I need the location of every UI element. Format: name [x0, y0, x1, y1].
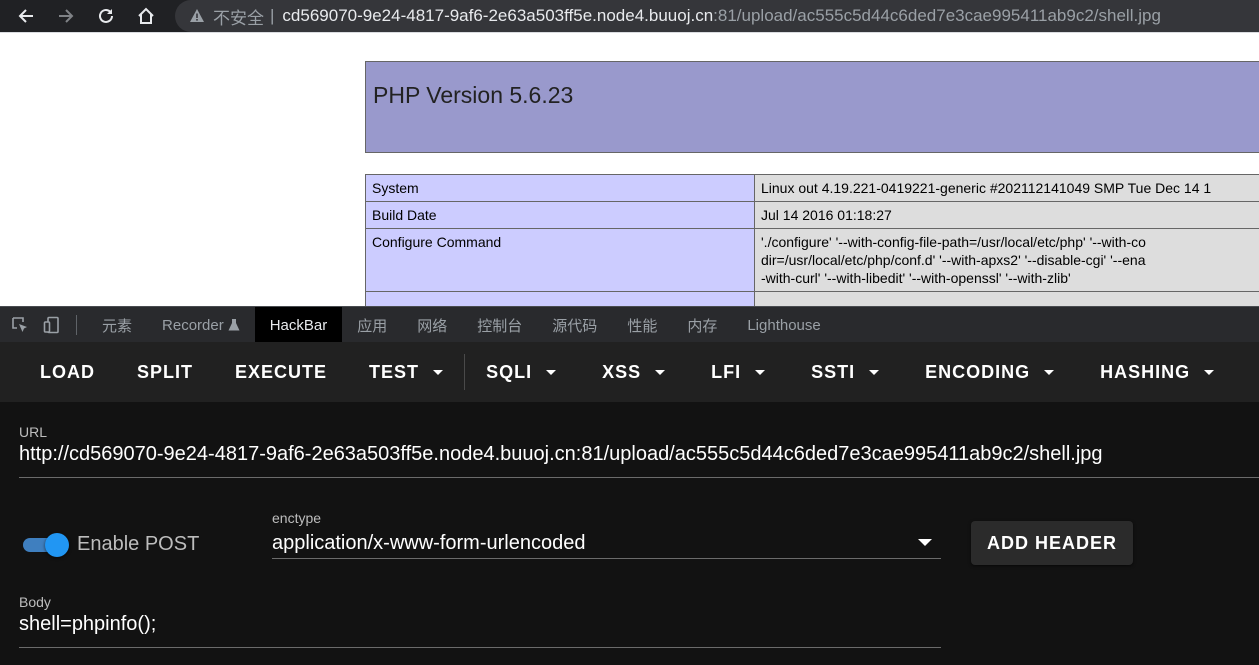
url-input[interactable]: http://cd569070-9e24-4817-9af6-2e63a503f…: [19, 443, 1103, 466]
toggle-knob: [45, 533, 69, 557]
tab-hackbar[interactable]: HackBar: [254, 307, 343, 343]
url-input-underline: [19, 477, 1259, 478]
devtools-tab-bar: 元素 Recorder HackBar 应用 网络 控制台 源代码 性能 内存 …: [0, 306, 1259, 343]
caret-down-icon[interactable]: [918, 539, 932, 546]
php-version-title: PHP Version 5.6.23: [373, 82, 574, 108]
php-version-header: PHP Version 5.6.23: [365, 61, 1259, 153]
tab-console[interactable]: 控制台: [462, 307, 537, 343]
table-value: './configure' '--with-config-file-path=/…: [754, 228, 1259, 292]
address-separator: |: [270, 6, 275, 25]
tab-recorder-label: Recorder: [162, 316, 224, 334]
tab-performance[interactable]: 性能: [612, 307, 672, 343]
enctype-label: enctype: [272, 510, 322, 526]
load-button[interactable]: LOAD: [0, 342, 116, 402]
table-value: Linux out 4.19.221-0419221-generic #2021…: [754, 174, 1259, 202]
tab-recorder[interactable]: Recorder: [147, 307, 255, 343]
encoding-label: ENCODING: [925, 361, 1031, 382]
body-label: Body: [19, 594, 51, 610]
xss-label: XSS: [602, 361, 642, 382]
home-button[interactable]: [130, 0, 162, 32]
table-row: System Linux out 4.19.221-0419221-generi…: [365, 174, 1259, 202]
flask-icon: [228, 319, 240, 331]
test-label: TEST: [369, 361, 420, 382]
caret-down-icon: [1044, 369, 1055, 375]
devtools-divider: [76, 315, 77, 335]
address-bar[interactable]: 不安全 | cd569070-9e24-4817-9af6-2e63a503ff…: [175, 0, 1259, 32]
add-header-label: ADD HEADER: [986, 532, 1117, 553]
caret-down-icon: [546, 369, 557, 375]
reload-icon: [99, 8, 113, 23]
load-label: LOAD: [40, 361, 95, 382]
execute-button[interactable]: EXECUTE: [214, 342, 348, 402]
device-toolbar-icon[interactable]: [40, 313, 64, 337]
tab-memory[interactable]: 内存: [672, 307, 732, 343]
xss-menu-button[interactable]: XSS: [577, 342, 686, 402]
tab-elements[interactable]: 元素: [87, 307, 147, 343]
warning-icon: [189, 8, 205, 24]
tab-application[interactable]: 应用: [342, 307, 402, 343]
table-key: System: [365, 174, 755, 202]
inspect-element-icon[interactable]: [8, 313, 32, 337]
hashing-menu-button[interactable]: HASHING: [1075, 342, 1235, 402]
browser-toolbar: 不安全 | cd569070-9e24-4817-9af6-2e63a503ff…: [0, 0, 1259, 32]
toolbar-divider: [0, 32, 1259, 41]
arrow-left-icon: [18, 9, 33, 23]
arrow-right-icon: [59, 9, 74, 23]
table-row: Configure Command './configure' '--with-…: [365, 228, 1259, 292]
sqli-menu-button[interactable]: SQLI: [465, 342, 577, 402]
tab-lighthouse[interactable]: Lighthouse: [732, 307, 835, 343]
encoding-menu-button[interactable]: ENCODING: [900, 342, 1075, 402]
hashing-label: HASHING: [1100, 361, 1191, 382]
caret-down-icon: [655, 369, 666, 375]
enable-post-label[interactable]: Enable POST: [77, 533, 199, 556]
split-button[interactable]: SPLIT: [116, 342, 214, 402]
hackbar-panel: URL http://cd569070-9e24-4817-9af6-2e63a…: [0, 402, 1259, 665]
url-label: URL: [19, 424, 48, 440]
insecure-label[interactable]: 不安全: [213, 4, 264, 29]
split-label: SPLIT: [137, 361, 194, 382]
caret-down-icon: [1204, 369, 1215, 375]
tab-sources[interactable]: 源代码: [537, 307, 612, 343]
ssti-menu-button[interactable]: SSTI: [786, 342, 900, 402]
table-key: Build Date: [365, 201, 755, 229]
execute-label: EXECUTE: [235, 361, 328, 382]
url-path: :81/upload/ac555c5d44c6ded7e3cae995411ab…: [713, 6, 1161, 25]
url-host: cd569070-9e24-4817-9af6-2e63a503ff5e.nod…: [282, 6, 714, 25]
sqli-label: SQLI: [486, 361, 533, 382]
hackbar-toolbar: LOAD SPLIT EXECUTE TEST SQLI XSS LFI SST…: [0, 342, 1259, 402]
table-value-line: './configure' '--with-config-file-path=/…: [761, 234, 1146, 250]
reload-button[interactable]: [90, 0, 122, 32]
table-value-line: dir=/usr/local/etc/php/conf.d' '--with-a…: [761, 252, 1146, 268]
body-input[interactable]: shell=phpinfo();: [19, 613, 156, 636]
caret-down-icon: [755, 369, 766, 375]
lfi-menu-button[interactable]: LFI: [686, 342, 786, 402]
table-value-line: -with-curl' '--with-libedit' '--with-ope…: [761, 270, 1071, 286]
home-icon: [138, 7, 154, 24]
enctype-underline: [272, 558, 941, 559]
back-button[interactable]: [10, 0, 42, 32]
table-value: Jul 14 2016 01:18:27: [754, 201, 1259, 229]
add-header-button[interactable]: ADD HEADER: [971, 521, 1133, 565]
caret-down-icon: [869, 369, 880, 375]
php-info-table: System Linux out 4.19.221-0419221-generi…: [365, 174, 1259, 311]
forward-button[interactable]: [50, 0, 82, 32]
enctype-select[interactable]: application/x-www-form-urlencoded: [272, 532, 585, 555]
table-key: Configure Command: [365, 228, 755, 292]
tab-network[interactable]: 网络: [402, 307, 462, 343]
lfi-label: LFI: [711, 361, 742, 382]
body-input-underline: [19, 647, 941, 648]
table-row: Build Date Jul 14 2016 01:18:27: [365, 201, 1259, 229]
ssti-label: SSTI: [811, 361, 856, 382]
enable-post-toggle[interactable]: [23, 533, 69, 557]
test-menu-button[interactable]: TEST: [348, 342, 464, 402]
caret-down-icon: [433, 369, 444, 375]
